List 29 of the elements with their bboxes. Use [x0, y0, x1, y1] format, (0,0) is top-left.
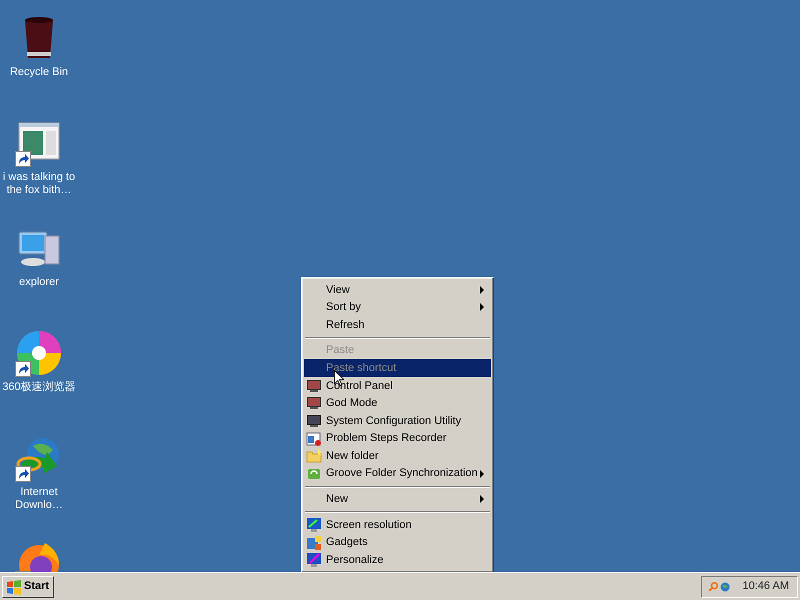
windows-logo-icon [6, 578, 22, 594]
gadgets-icon [306, 534, 322, 551]
icon-label[interactable]: 360极速浏览器 [1, 381, 77, 394]
monitor-icon [306, 412, 322, 429]
menu-item[interactable]: Screen resolution [304, 516, 491, 534]
screen-icon [306, 516, 322, 533]
icon-label[interactable]: i was talking to the fox bith… [1, 171, 77, 197]
menu-item[interactable]: New [304, 490, 491, 508]
menu-item[interactable]: God Mode [304, 394, 491, 412]
menu-item[interactable]: Control Panel [304, 376, 491, 395]
personalize-icon [306, 552, 322, 568]
menu-item[interactable]: New folder [304, 447, 491, 465]
menu-item[interactable]: Groove Folder Synchronization [304, 464, 491, 483]
menu-item[interactable]: Personalize [304, 551, 491, 569]
menu-item[interactable]: Sort by [304, 298, 491, 316]
menu-item[interactable]: Gadgets [304, 534, 491, 552]
menu-item[interactable]: View [304, 281, 491, 299]
recorder-icon [306, 430, 322, 447]
control-panel-icon [306, 378, 322, 394]
icon-label[interactable]: Internet Downlo… [1, 486, 77, 512]
menu-item[interactable]: Refresh [304, 316, 491, 334]
clock: 10:46 AM [742, 579, 789, 594]
folder-icon [306, 448, 322, 464]
icon-label[interactable]: Recycle Bin [1, 66, 77, 79]
menu-item[interactable]: Problem Steps Recorder [304, 430, 491, 448]
start-button[interactable]: Start [2, 576, 54, 598]
control-panel-icon [306, 395, 322, 412]
icon-label[interactable]: explorer [1, 276, 77, 289]
menu-item[interactable]: System Configuration Utility [304, 412, 491, 430]
